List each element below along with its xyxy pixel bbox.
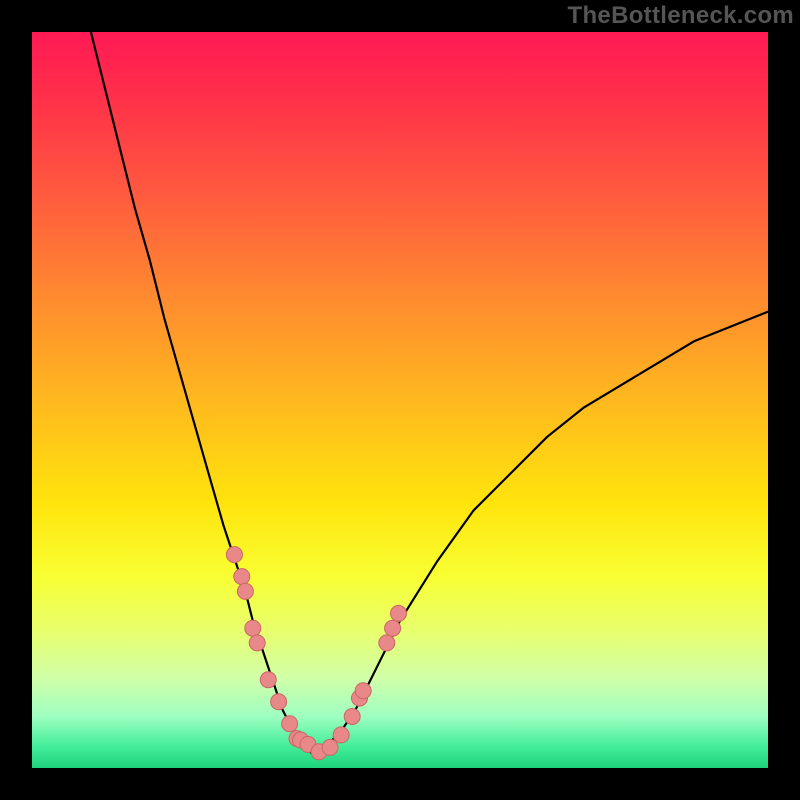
- data-point: [282, 716, 298, 732]
- watermark-label: TheBottleneck.com: [568, 2, 794, 30]
- data-point: [237, 583, 253, 599]
- data-point: [355, 683, 371, 699]
- data-point: [344, 709, 360, 725]
- data-point: [234, 569, 250, 585]
- data-point: [385, 620, 401, 636]
- data-point: [333, 727, 349, 743]
- data-point: [249, 635, 265, 651]
- data-point: [260, 672, 276, 688]
- data-point: [226, 547, 242, 563]
- data-point: [271, 694, 287, 710]
- data-point: [245, 620, 261, 636]
- data-point: [322, 739, 338, 755]
- data-point: [391, 605, 407, 621]
- data-point: [379, 635, 395, 651]
- data-point-markers: [226, 547, 406, 760]
- chart-frame: TheBottleneck.com: [0, 0, 800, 800]
- bottleneck-curve: [91, 32, 768, 753]
- plot-area: [32, 32, 768, 768]
- curve-layer: [32, 32, 768, 768]
